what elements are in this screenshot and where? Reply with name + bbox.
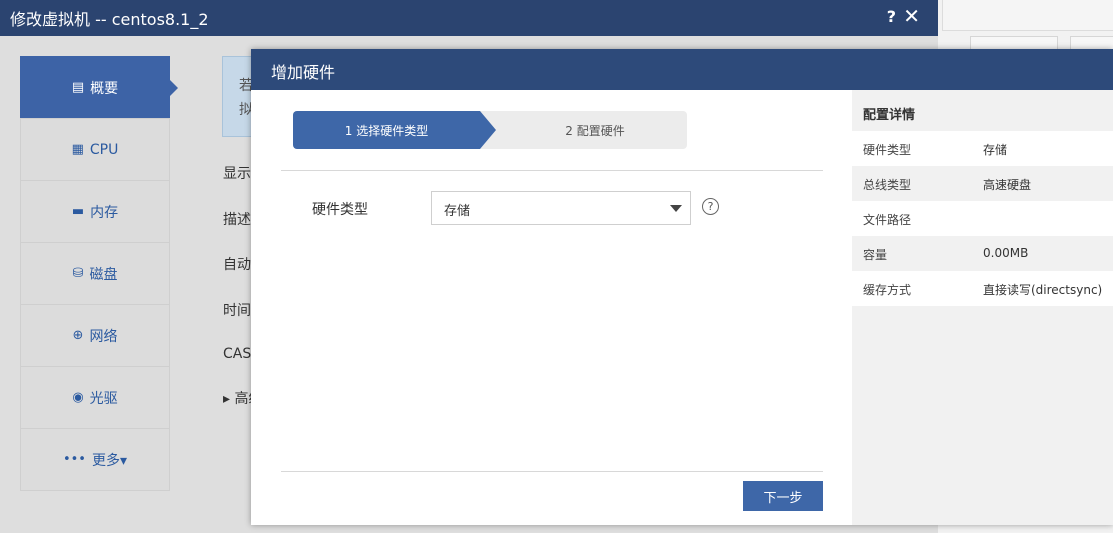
detail-row: 总线类型 高速硬盘 bbox=[852, 166, 1113, 201]
sidebar-item-summary[interactable]: ▤ 概要 bbox=[20, 56, 178, 118]
dialog-title-bar: 增加硬件 bbox=[251, 49, 1113, 90]
select-value: 存储 bbox=[444, 204, 471, 219]
divider bbox=[281, 471, 823, 472]
sidebar-item-label: 内存 bbox=[90, 204, 119, 221]
sidebar-item-cpu[interactable]: ▦ CPU bbox=[20, 118, 170, 180]
detail-value: 直接读写(directsync) bbox=[983, 283, 1103, 297]
sidebar-item-label: 光驱 bbox=[89, 390, 118, 407]
detail-value: 存储 bbox=[983, 143, 1008, 157]
detail-key: 硬件类型 bbox=[863, 143, 912, 157]
detail-key: 文件路径 bbox=[863, 213, 912, 227]
hardware-type-label: 硬件类型 bbox=[312, 202, 368, 218]
memory-icon: ▬ bbox=[71, 204, 85, 219]
window-title: 修改虚拟机 -- centos8.1_2 bbox=[10, 10, 209, 29]
sidebar-item-disk[interactable]: ⛁ 磁盘 bbox=[20, 242, 170, 304]
close-icon[interactable]: ✕ bbox=[903, 4, 920, 28]
field-label-description: 描述 bbox=[223, 212, 251, 228]
detail-row: 容量 0.00MB bbox=[852, 236, 1113, 271]
step-select-hardware-type[interactable]: 1 选择硬件类型 bbox=[293, 111, 496, 149]
caret-down-icon bbox=[670, 205, 682, 212]
more-icon: ••• bbox=[62, 452, 86, 467]
question-icon[interactable]: ? bbox=[702, 198, 719, 215]
divider bbox=[281, 170, 823, 171]
hardware-type-select[interactable]: 存储 bbox=[431, 191, 691, 225]
sidebar-item-memory[interactable]: ▬ 内存 bbox=[20, 180, 170, 242]
sidebar-item-label: 网络 bbox=[89, 328, 118, 345]
field-label-cas: CAS bbox=[223, 346, 252, 362]
step-configure-hardware[interactable]: 2 配置硬件 bbox=[503, 111, 687, 149]
add-hardware-dialog: 增加硬件 1 选择硬件类型 2 配置硬件 硬件类型 存储 ? 下一步 配置详情 … bbox=[251, 49, 1113, 525]
detail-row: 硬件类型 存储 bbox=[852, 131, 1113, 166]
window-title-bar: 修改虚拟机 -- centos8.1_2 ? ✕ bbox=[0, 0, 938, 36]
summary-icon: ▤ bbox=[71, 80, 85, 95]
field-label-display: 显示 bbox=[223, 166, 251, 182]
help-icon[interactable]: ? bbox=[887, 7, 896, 26]
cdrom-icon: ◉ bbox=[72, 390, 84, 405]
detail-key: 总线类型 bbox=[863, 178, 912, 192]
next-step-button[interactable]: 下一步 bbox=[743, 481, 823, 511]
detail-value: 0.00MB bbox=[983, 246, 1029, 260]
wizard-steps: 1 选择硬件类型 2 配置硬件 bbox=[293, 111, 687, 149]
network-icon: ⊕ bbox=[72, 328, 84, 343]
sidebar-item-network[interactable]: ⊕ 网络 bbox=[20, 304, 170, 366]
sidebar-item-more[interactable]: ••• 更多▾ bbox=[20, 428, 170, 491]
sidebar: ▤ 概要 ▦ CPU ▬ 内存 ⛁ 磁盘 ⊕ 网络 ◉ 光驱 ••• 更多▾ bbox=[20, 56, 178, 491]
disk-icon: ⛁ bbox=[72, 266, 84, 281]
sidebar-item-cdrom[interactable]: ◉ 光驱 bbox=[20, 366, 170, 428]
detail-key: 容量 bbox=[863, 248, 888, 262]
detail-row: 文件路径 bbox=[852, 201, 1113, 236]
detail-value: 高速硬盘 bbox=[983, 178, 1032, 192]
config-details-panel: 配置详情 硬件类型 存储 总线类型 高速硬盘 文件路径 容量 0.00MB 缓存… bbox=[852, 90, 1113, 525]
field-label-time: 时间 bbox=[223, 303, 251, 319]
background-panel bbox=[942, 0, 1113, 31]
details-heading: 配置详情 bbox=[863, 108, 916, 123]
detail-key: 缓存方式 bbox=[863, 283, 912, 297]
cpu-icon: ▦ bbox=[71, 142, 84, 157]
detail-row: 缓存方式 直接读写(directsync) bbox=[852, 271, 1113, 306]
sidebar-item-label: CPU bbox=[89, 141, 119, 158]
sidebar-item-label: 概要 bbox=[90, 80, 119, 97]
sidebar-item-label: 更多▾ bbox=[91, 452, 128, 469]
sidebar-item-label: 磁盘 bbox=[89, 266, 118, 283]
dialog-title: 增加硬件 bbox=[271, 63, 336, 82]
field-label-auto: 自动 bbox=[223, 257, 251, 273]
